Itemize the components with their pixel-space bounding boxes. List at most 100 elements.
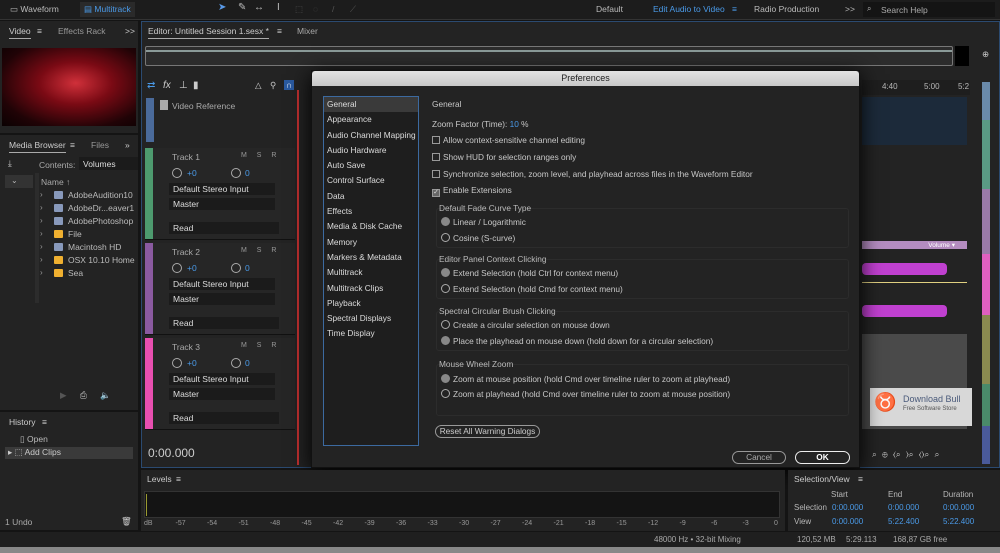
input-selector[interactable]: Default Stereo Input (169, 183, 275, 195)
volume-value[interactable]: +0 (187, 358, 197, 368)
move-tool-icon[interactable]: ➤ (218, 2, 226, 13)
zoom-controls[interactable]: ⌕ ⊕ ⟨⌕ ⟩⌕ ⟨⟩⌕ ⌕ (872, 449, 939, 460)
output-selector[interactable]: Master (169, 388, 275, 400)
automation-mode-dropdown[interactable]: Read (169, 317, 279, 329)
radio-extend-cmd[interactable]: Extend Selection (hold Cmd for context m… (441, 284, 623, 294)
category-markers-metadata[interactable]: Markers & Metadata (324, 250, 418, 265)
list-item[interactable]: › AdobeDr...eaver1 (40, 203, 134, 216)
radio-zoom-mouse[interactable]: Zoom at mouse position (hold Cmd over ti… (441, 374, 730, 384)
play-icon[interactable]: ▶ (60, 390, 67, 401)
trash-icon[interactable]: 🗑 (121, 516, 132, 527)
panel-menu-icon[interactable]: ≡ (42, 417, 47, 427)
workspace-menu-icon[interactable]: ≡ (732, 4, 737, 14)
volume-value[interactable]: +0 (187, 168, 197, 178)
list-item[interactable]: › AdobePhotoshop (40, 216, 133, 229)
checkbox-synchronize[interactable]: Synchronize selection, zoom level, and p… (432, 169, 753, 179)
marquee-icon[interactable]: ⬚ (295, 4, 303, 15)
radio-place-playhead[interactable]: Place the playhead on mouse down (hold d… (441, 336, 713, 346)
tab-editor[interactable]: Editor: Untitled Session 1.sesx * (148, 26, 269, 39)
output-selector[interactable]: Master (169, 293, 275, 305)
clip-header[interactable]: Volume ▾ (862, 241, 967, 249)
list-item[interactable]: › AdobeAudition10 (40, 190, 133, 203)
panel-menu-icon[interactable]: ≡ (70, 140, 75, 150)
zoom-factor-input[interactable]: 10 (510, 119, 519, 129)
input-selector[interactable]: Default Stereo Input (169, 373, 275, 385)
more-panels-button[interactable]: » (125, 140, 130, 150)
category-control-surface[interactable]: Control Surface (324, 173, 418, 188)
workspace-edit-audio-to-video[interactable]: Edit Audio to Video (653, 4, 725, 14)
lasso-icon[interactable]: ◌ (313, 4, 318, 14)
category-data[interactable]: Data (324, 189, 418, 204)
metronome-icon[interactable]: △ (255, 80, 262, 91)
workspace-radio-production[interactable]: Radio Production (754, 4, 819, 14)
category-multitrack[interactable]: Multitrack (324, 265, 418, 280)
contents-dropdown[interactable]: Volumes (79, 157, 138, 170)
radio-extend-ctrl[interactable]: Extend Selection (hold Ctrl for context … (441, 268, 618, 278)
mute-solo-record-buttons[interactable]: M S R (241, 152, 276, 159)
healing-icon[interactable]: ⟋ (350, 4, 356, 15)
automation-mode-dropdown[interactable]: Read (169, 412, 279, 424)
razor-tool-icon[interactable]: ✎ (238, 2, 246, 13)
time-selection-icon[interactable]: I (277, 2, 280, 13)
category-spectral-displays[interactable]: Spectral Displays (324, 311, 418, 326)
selection-end[interactable]: 0:00.000 (888, 503, 919, 512)
pan-knob[interactable] (231, 358, 241, 368)
category-playback[interactable]: Playback (324, 296, 418, 311)
history-item[interactable]: ▯ Open (5, 434, 133, 446)
view-duration[interactable]: 5:22.400 (943, 517, 974, 526)
import-icon[interactable]: ⤓ (8, 158, 12, 169)
tab-files[interactable]: Files (91, 140, 109, 150)
checkbox-context-sensitive[interactable]: Allow context-sensitive channel editing (432, 135, 585, 145)
checkbox-show-hud[interactable]: Show HUD for selection ranges only (432, 152, 576, 162)
category-general[interactable]: General (324, 97, 418, 113)
panel-menu-icon[interactable]: ≡ (176, 474, 181, 484)
fx-icon[interactable]: fx (163, 80, 171, 91)
autoplay-speaker-icon[interactable]: 🔈 (100, 390, 111, 401)
tab-video[interactable]: Video (9, 26, 31, 39)
view-end[interactable]: 5:22.400 (888, 517, 919, 526)
selection-duration[interactable]: 0:00.000 (943, 503, 974, 512)
ok-button[interactable]: OK (795, 451, 850, 464)
tab-effects-rack[interactable]: Effects Rack (58, 26, 106, 36)
category-memory[interactable]: Memory (324, 235, 418, 250)
snap-icon[interactable]: ∩ (284, 80, 295, 90)
selection-start[interactable]: 0:00.000 (832, 503, 863, 512)
insert-icon[interactable]: ⎙ (80, 390, 87, 401)
pan-value[interactable]: 0 (245, 358, 250, 368)
radio-linear[interactable]: Linear / Logarithmic (441, 217, 526, 227)
track-name[interactable]: Track 2 (172, 247, 200, 257)
radio-zoom-playhead[interactable]: Zoom at playhead (hold Cmd over timeline… (441, 389, 730, 399)
category-media-disk-cache[interactable]: Media & Disk Cache (324, 219, 418, 234)
pan-knob[interactable] (231, 168, 241, 178)
track-name[interactable]: Track 3 (172, 342, 200, 352)
history-item-selected[interactable]: ▸ ⬚ Add Clips (5, 447, 133, 459)
checkbox-enable-extensions[interactable]: ✓ Enable Extensions (432, 185, 512, 197)
category-list[interactable]: General Appearance Audio Channel Mapping… (323, 96, 419, 446)
output-selector[interactable]: Master (169, 198, 275, 210)
more-panels-button[interactable]: >> (125, 26, 135, 36)
pan-value[interactable]: 0 (245, 263, 250, 273)
radio-circular-selection[interactable]: Create a circular selection on mouse dow… (441, 320, 610, 330)
input-selector[interactable]: Default Stereo Input (169, 278, 275, 290)
cancel-button[interactable]: Cancel (732, 451, 786, 464)
routing-icon[interactable]: ⊥ (179, 80, 188, 91)
tree-scrollbar[interactable] (35, 173, 39, 303)
timeline-ruler[interactable]: 4:40 5:00 5:2 (862, 80, 970, 95)
list-item[interactable]: › Sea (40, 268, 83, 281)
track-name[interactable]: Track 1 (172, 152, 200, 162)
playhead[interactable] (297, 90, 299, 465)
volume-value[interactable]: +0 (187, 263, 197, 273)
mute-solo-record-buttons[interactable]: M S R (241, 342, 276, 349)
category-time-display[interactable]: Time Display (324, 326, 418, 341)
panel-menu-icon[interactable]: ≡ (277, 26, 282, 36)
pan-value[interactable]: 0 (245, 168, 250, 178)
mute-solo-record-buttons[interactable]: M S R (241, 247, 276, 254)
pan-knob[interactable] (231, 263, 241, 273)
swap-icon[interactable]: ⇄ (147, 80, 155, 91)
waveform-tab[interactable]: ▭ Waveform (10, 4, 59, 15)
automation-mode-dropdown[interactable]: Read (169, 222, 279, 234)
list-item[interactable]: › File (40, 229, 82, 242)
multitrack-tab[interactable]: ▤ Multitrack (80, 2, 135, 17)
tab-mixer[interactable]: Mixer (297, 26, 318, 36)
panel-menu-icon[interactable]: ≡ (37, 26, 42, 36)
